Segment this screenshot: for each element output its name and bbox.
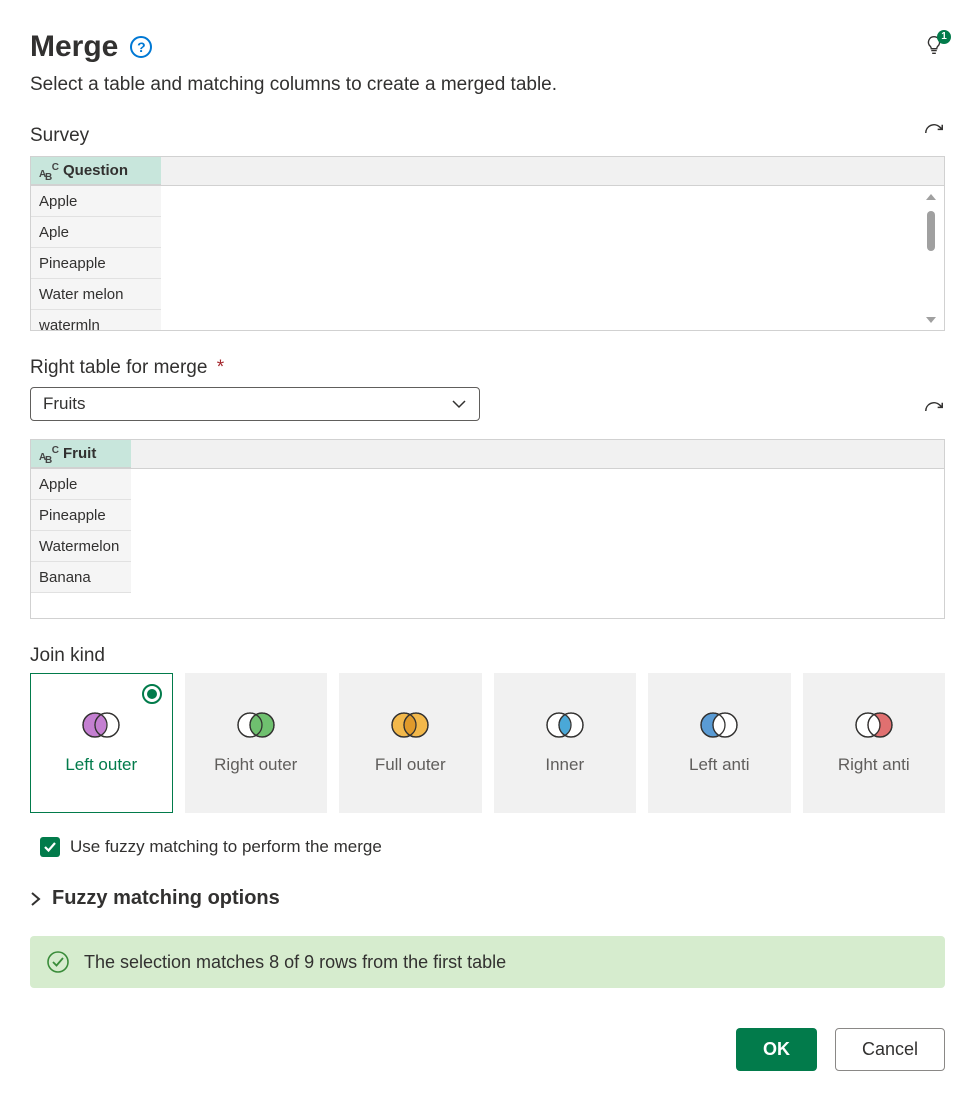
venn-icon (78, 710, 124, 740)
table-row[interactable]: Apple (31, 186, 161, 217)
checkmark-icon (43, 840, 57, 854)
table-row[interactable]: watermln (31, 310, 161, 330)
help-icon[interactable]: ? (130, 36, 152, 58)
right-column-header[interactable]: B Fruit (31, 440, 131, 468)
table-row[interactable]: Watermelon (31, 531, 131, 562)
venn-icon (387, 710, 433, 740)
venn-icon (542, 710, 588, 740)
ok-button[interactable]: OK (736, 1028, 817, 1071)
cancel-button[interactable]: Cancel (835, 1028, 945, 1071)
join-tile-label: Inner (545, 754, 584, 775)
venn-icon (233, 710, 279, 740)
right-table-label: Right table for merge (30, 357, 207, 378)
left-column-header[interactable]: B Question (31, 157, 161, 185)
venn-icon (696, 710, 742, 740)
fuzzy-options-expander[interactable]: Fuzzy matching options (30, 887, 945, 910)
join-tile-label: Left outer (65, 754, 137, 775)
fuzzy-checkbox-label: Use fuzzy matching to perform the merge (70, 837, 382, 857)
join-tile-left-outer[interactable]: Left outer (30, 673, 173, 813)
chevron-down-icon (451, 396, 467, 412)
fuzzy-checkbox[interactable] (40, 837, 60, 857)
join-tile-left-anti[interactable]: Left anti (648, 673, 791, 813)
table-row[interactable]: Water melon (31, 279, 161, 310)
scroll-thumb[interactable] (927, 211, 935, 251)
join-tile-inner[interactable]: Inner (494, 673, 637, 813)
left-table-preview[interactable]: B Question AppleAplePineappleWater melon… (30, 156, 945, 331)
left-table-label: Survey (30, 125, 89, 147)
refresh-icon[interactable] (923, 400, 945, 427)
dialog-subtitle: Select a table and matching columns to c… (30, 74, 945, 96)
success-icon (46, 950, 70, 974)
venn-icon (851, 710, 897, 740)
join-kind-selector: Left outer Right outer Full outer (30, 673, 945, 813)
refresh-icon[interactable] (923, 122, 945, 150)
table-row[interactable]: Apple (31, 469, 131, 500)
join-kind-label: Join kind (30, 645, 105, 667)
join-tile-right-outer[interactable]: Right outer (185, 673, 328, 813)
scroll-down-icon[interactable] (925, 314, 937, 326)
join-tile-label: Right outer (214, 754, 297, 775)
table-row[interactable]: Pineapple (31, 248, 161, 279)
required-marker: * (217, 357, 224, 378)
join-tile-label: Full outer (375, 754, 446, 775)
right-table-dropdown[interactable]: Fruits (30, 387, 480, 421)
dialog-title: Merge (30, 30, 118, 64)
table-row[interactable]: Aple (31, 217, 161, 248)
right-table-preview[interactable]: B Fruit ApplePineappleWatermelonBanana (30, 439, 945, 619)
radio-selected-icon (142, 684, 162, 704)
tips-badge: 1 (937, 30, 951, 44)
tips-icon[interactable]: 1 (923, 34, 945, 61)
table-row[interactable]: Banana (31, 562, 131, 593)
scrollbar[interactable] (922, 191, 940, 326)
join-tile-right-anti[interactable]: Right anti (803, 673, 946, 813)
join-tile-full-outer[interactable]: Full outer (339, 673, 482, 813)
table-row[interactable]: Pineapple (31, 500, 131, 531)
scroll-up-icon[interactable] (925, 191, 937, 203)
match-status: The selection matches 8 of 9 rows from t… (30, 936, 945, 988)
chevron-right-icon (30, 892, 42, 906)
join-tile-label: Right anti (838, 754, 910, 775)
join-tile-label: Left anti (689, 754, 750, 775)
